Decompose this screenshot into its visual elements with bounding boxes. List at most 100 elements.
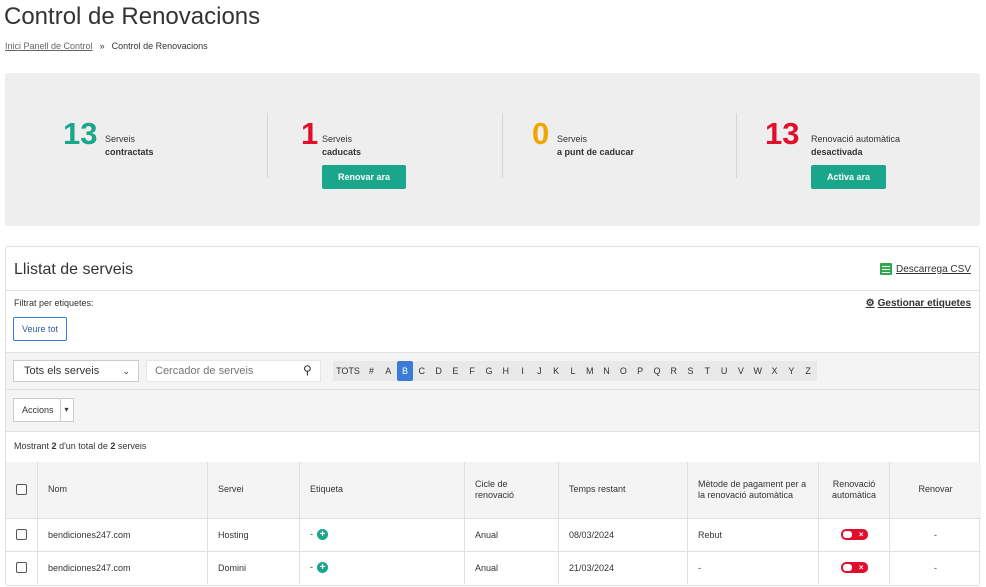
add-tag-icon[interactable]: + <box>317 529 328 541</box>
breadcrumb: Inici Panell de Control » Control de Renov… <box>5 41 208 51</box>
cell-remaining: 08/03/2024 <box>558 518 688 551</box>
letter-filter-tots[interactable]: TOTS <box>333 361 363 381</box>
letter-filter-e[interactable]: E <box>446 361 464 381</box>
letter-filter-hash[interactable]: # <box>363 361 380 381</box>
letter-filter: TOTS # A B C D E F G H I J K L M N O P Q R S T U V W X Y Z <box>333 361 817 381</box>
stat-contracted-number: 13 <box>63 116 98 151</box>
auto-renew-toggle[interactable]: × <box>840 529 868 541</box>
chevron-down-icon: ⌄ <box>122 366 130 376</box>
table-row: bendiciones247.com Hosting - + Anual 08/0… <box>6 518 981 551</box>
letter-filter-s[interactable]: S <box>682 361 699 381</box>
service-search-input[interactable] <box>146 360 321 382</box>
row-select-cell <box>6 551 38 584</box>
letter-filter-y[interactable]: Y <box>782 361 800 381</box>
cell-name: bendiciones247.com <box>37 551 208 584</box>
cell-auto-renew: × <box>818 551 890 584</box>
summary-panel: 13 Serveis contractats 1 Serveis caducats … <box>5 73 980 226</box>
view-all-button[interactable]: Veure tot <box>13 317 68 341</box>
select-all-checkbox[interactable] <box>16 484 27 496</box>
cell-tag: - + <box>299 518 465 551</box>
letter-filter-l[interactable]: L <box>564 361 582 381</box>
letter-filter-c[interactable]: C <box>413 361 431 381</box>
col-tag: Etiqueta <box>299 462 465 518</box>
stat-autorenew-label: Renovació automàtica desactivada <box>811 134 901 157</box>
divider <box>6 352 979 353</box>
gear-icon: ⚙ <box>865 298 875 309</box>
services-list-title: Llistat de serveis <box>14 261 134 278</box>
cell-remaining: 21/03/2024 <box>558 551 688 584</box>
divider <box>502 113 503 178</box>
breadcrumb-home-link[interactable]: Inici Panell de Control <box>5 41 93 51</box>
letter-filter-b[interactable]: B <box>396 361 414 381</box>
letter-filter-t[interactable]: T <box>698 361 716 381</box>
caret-down-icon: ▾ <box>59 399 69 421</box>
divider <box>6 431 979 432</box>
row-checkbox[interactable] <box>16 529 27 541</box>
letter-filter-d[interactable]: D <box>430 361 447 381</box>
divider <box>267 113 268 178</box>
table-row: bendiciones247.com Domini - + Anual 21/03… <box>6 551 981 584</box>
search-icon[interactable]: ⚲ <box>303 363 312 377</box>
renew-now-button[interactable]: Renovar ara <box>322 165 406 189</box>
letter-filter-q[interactable]: Q <box>648 361 666 381</box>
letter-filter-r[interactable]: R <box>665 361 683 381</box>
letter-filter-k[interactable]: K <box>547 361 565 381</box>
actions-label: Accions <box>22 405 54 415</box>
letter-filter-j[interactable]: J <box>530 361 548 381</box>
spreadsheet-icon <box>879 263 892 275</box>
col-service[interactable]: Servei <box>207 462 300 518</box>
cell-tag: - + <box>299 551 465 584</box>
cell-payment: - <box>687 551 819 584</box>
stat-contracted-label: Serveis contractats <box>105 134 154 157</box>
actions-dropdown[interactable]: Accions ▾ <box>13 398 74 422</box>
service-type-select[interactable]: Tots els serveis ⌄ <box>13 360 139 382</box>
divider <box>6 389 979 390</box>
stat-expiring-label: Serveis a punt de caducar <box>557 134 635 157</box>
letter-filter-f[interactable]: F <box>463 361 481 381</box>
services-table: Nom Servei Etiqueta Cicle de renovació T… <box>6 462 981 584</box>
stat-expired-label: Serveis caducats <box>322 134 362 157</box>
divider <box>736 113 737 178</box>
download-csv-link[interactable]: Descarrega CSV <box>879 263 971 275</box>
letter-filter-h[interactable]: H <box>497 361 515 381</box>
letter-filter-n[interactable]: N <box>598 361 615 381</box>
breadcrumb-separator: » <box>99 41 105 51</box>
letter-filter-z[interactable]: Z <box>799 361 817 381</box>
cell-auto-renew: × <box>818 518 890 551</box>
row-checkbox[interactable] <box>16 562 27 574</box>
row-select-cell <box>6 518 38 551</box>
service-type-value: Tots els serveis <box>24 365 100 377</box>
breadcrumb-current: Control de Renovacions <box>111 41 208 51</box>
letter-filter-u[interactable]: U <box>715 361 733 381</box>
letter-filter-o[interactable]: O <box>614 361 632 381</box>
letter-filter-m[interactable]: M <box>581 361 599 381</box>
cell-service: Domini <box>207 551 300 584</box>
cell-cycle: Anual <box>464 518 559 551</box>
manage-tags-link[interactable]: ⚙ Gestionar etiquetes <box>866 298 971 309</box>
select-all-header <box>6 462 38 518</box>
auto-renew-toggle[interactable]: × <box>840 562 868 574</box>
stat-autorenew-number: 13 <box>765 116 800 151</box>
col-auto-renew: Renovació automàtica <box>818 462 890 518</box>
letter-filter-v[interactable]: V <box>732 361 750 381</box>
letter-filter-i[interactable]: I <box>514 361 531 381</box>
cell-cycle: Anual <box>464 551 559 584</box>
add-tag-icon[interactable]: + <box>317 562 328 574</box>
divider <box>6 290 979 291</box>
filter-label: Filtrat per etiquetes: <box>14 298 94 308</box>
page-title: Control de Renovacions <box>4 3 261 30</box>
cell-renew: - <box>934 562 937 573</box>
letter-filter-w[interactable]: W <box>749 361 767 381</box>
results-count: Mostrant 2 d'un total de 2 serveis <box>14 441 147 451</box>
col-name[interactable]: Nom <box>37 462 208 518</box>
letter-filter-g[interactable]: G <box>480 361 498 381</box>
letter-filter-a[interactable]: A <box>379 361 397 381</box>
letter-filter-p[interactable]: P <box>631 361 649 381</box>
activate-now-button[interactable]: Activa ara <box>811 165 886 189</box>
col-remaining[interactable]: Temps restant <box>558 462 688 518</box>
col-renew: Renovar <box>918 484 953 495</box>
letter-filter-x[interactable]: X <box>766 361 783 381</box>
cell-name: bendiciones247.com <box>37 518 208 551</box>
services-panel: Llistat de serveis Descarrega CSV Filtra… <box>5 246 981 586</box>
col-cycle[interactable]: Cicle de renovació <box>464 462 559 518</box>
